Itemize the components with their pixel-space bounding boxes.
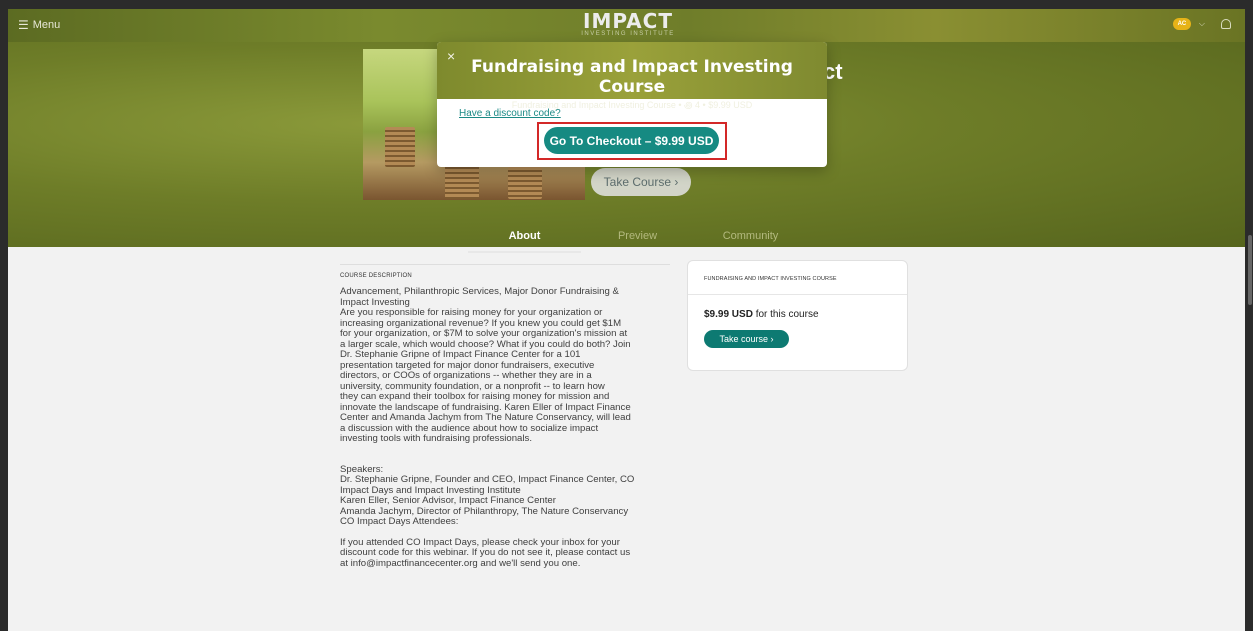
modal-body: Have a discount code? Go To Checkout – $… — [437, 99, 827, 167]
page: ☰ Menu IMPACT INVESTING INSTITUTE AC ⌵ c… — [8, 9, 1245, 631]
card-price: $9.99 USD for this course — [704, 309, 907, 320]
price-value: $9.99 USD — [704, 309, 753, 320]
section-label: COURSE DESCRIPTION — [340, 273, 412, 279]
speakers-text: Speakers: Dr. Stephanie Gripne, Founder … — [340, 463, 635, 527]
checkout-modal: × Fundraising and Impact Investing Cours… — [437, 42, 827, 167]
modal-header: × Fundraising and Impact Investing Cours… — [437, 42, 827, 110]
tab-preview[interactable]: Preview — [581, 226, 694, 253]
menu-button[interactable]: ☰ Menu — [18, 18, 60, 32]
course-description: COURSE DESCRIPTION Advancement, Philanth… — [340, 264, 670, 569]
bell-icon[interactable] — [1221, 19, 1231, 29]
close-icon[interactable]: × — [447, 48, 455, 64]
discount-code-link[interactable]: Have a discount code? — [459, 108, 561, 119]
avatar[interactable]: AC — [1172, 18, 1191, 30]
chevron-down-icon[interactable]: ⌵ — [1199, 19, 1205, 29]
course-tabs: About Preview Community — [468, 226, 807, 253]
modal-title: Fundraising and Impact Investing Course — [471, 57, 793, 97]
attendees-text: If you attended CO Impact Days, please c… — [340, 536, 631, 569]
logo[interactable]: IMPACT INVESTING INSTITUTE — [578, 11, 678, 37]
purchase-card: FUNDRAISING AND IMPACT INVESTING COURSE … — [687, 260, 908, 371]
logo-main-text: IMPACT — [583, 9, 673, 33]
user-area: AC ⌵ — [1172, 18, 1231, 30]
card-take-course-button[interactable]: Take course › — [704, 330, 789, 348]
tab-community[interactable]: Community — [694, 226, 807, 253]
scrollbar[interactable] — [1247, 0, 1253, 631]
divider — [340, 264, 670, 265]
card-title: FUNDRAISING AND IMPACT INVESTING COURSE — [688, 261, 907, 295]
description-text: Advancement, Philanthropic Services, Maj… — [340, 286, 631, 444]
checkout-button[interactable]: Go To Checkout – $9.99 USD — [544, 127, 719, 154]
tab-about[interactable]: About — [468, 226, 581, 253]
menu-label: Menu — [32, 19, 61, 31]
price-suffix: for this course — [752, 309, 819, 320]
logo-sub-text: INVESTING INSTITUTE — [581, 31, 675, 37]
take-course-button[interactable]: Take Course › — [591, 168, 691, 196]
hamburger-icon: ☰ — [18, 18, 29, 32]
top-nav: ☰ Menu IMPACT INVESTING INSTITUTE AC ⌵ — [8, 9, 1245, 42]
scrollbar-thumb[interactable] — [1248, 235, 1252, 305]
